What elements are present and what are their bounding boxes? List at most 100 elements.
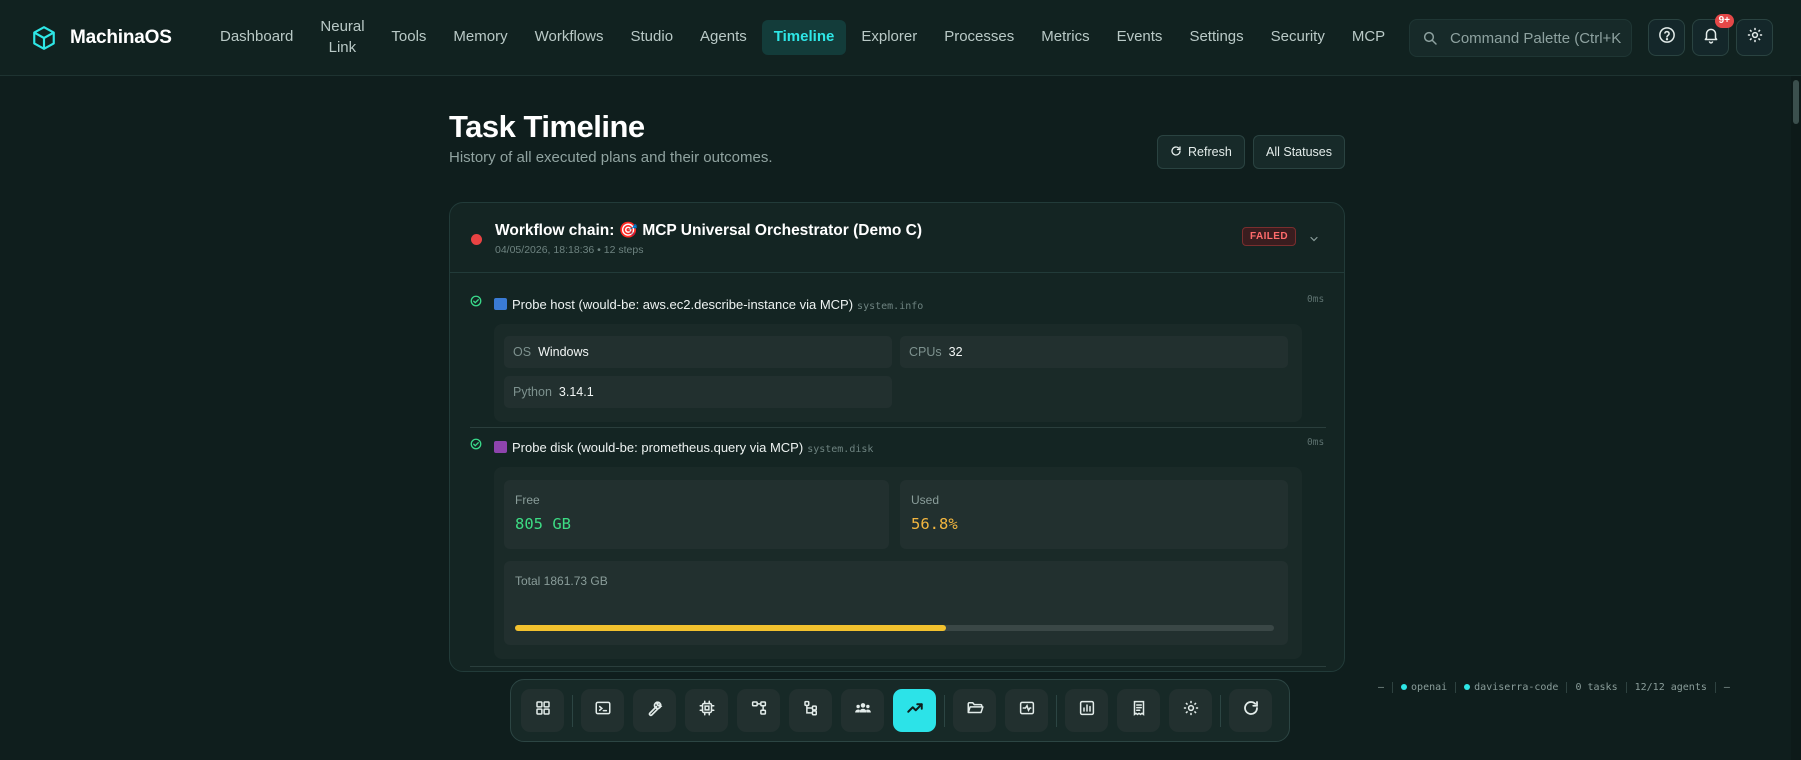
status-user: daviserra-code <box>1455 681 1566 693</box>
search-icon <box>1422 30 1438 46</box>
dock-tools-button[interactable] <box>633 689 676 732</box>
kv-key: Python <box>513 385 552 399</box>
check-circle-icon <box>470 294 482 312</box>
brand[interactable]: MachinaOS <box>30 24 208 52</box>
dock-separator <box>572 694 573 727</box>
step-label: Probe disk (would-be: prometheus.query v… <box>512 440 804 455</box>
check-circle-icon <box>470 437 482 455</box>
status-tasks: 0 tasks <box>1566 681 1625 693</box>
disk-usage-bar-track <box>515 625 1274 631</box>
dock-settings-button[interactable] <box>1169 689 1212 732</box>
dock-terminal-button[interactable] <box>581 689 624 732</box>
scrollbar-thumb[interactable] <box>1793 80 1799 124</box>
grid-icon <box>534 699 552 722</box>
top-navbar: MachinaOS Dashboard Neural Link Tools Me… <box>0 0 1801 76</box>
nav-dashboard[interactable]: Dashboard <box>208 20 305 54</box>
dock-agents-button[interactable] <box>841 689 884 732</box>
wrench-icon <box>646 699 664 722</box>
dock-separator <box>944 694 945 727</box>
dock-metrics-button[interactable] <box>1065 689 1108 732</box>
refresh-button[interactable]: Refresh <box>1157 135 1245 169</box>
kv-key: OS <box>513 345 532 359</box>
tree-icon <box>802 699 820 722</box>
status-filter-label: All Statuses <box>1266 145 1333 159</box>
nav-explorer[interactable]: Explorer <box>849 20 929 54</box>
nav-workflows[interactable]: Workflows <box>523 20 616 54</box>
chip-icon <box>698 699 716 722</box>
stat-value: 56.8% <box>911 515 958 533</box>
reload-icon <box>1242 699 1260 722</box>
processes-icon <box>1018 699 1036 722</box>
users-icon <box>853 699 873 722</box>
dock-timeline-button[interactable] <box>893 689 936 732</box>
dock-processes-button[interactable] <box>1005 689 1048 732</box>
nav-mcp[interactable]: MCP <box>1340 20 1397 54</box>
step-output-panel: OS Windows CPUs 32 Python 3.14.1 <box>494 324 1302 422</box>
nav-settings[interactable]: Settings <box>1177 20 1255 54</box>
kv-python: Python 3.14.1 <box>504 376 892 408</box>
stat-value: 805 GB <box>515 515 571 533</box>
online-dot <box>1401 683 1408 690</box>
nav-tools[interactable]: Tools <box>379 20 438 54</box>
step-output-panel: Free 805 GB Used 56.8% Total 1861.73 GB <box>494 467 1302 659</box>
trending-up-icon <box>905 699 925 722</box>
nav-timeline[interactable]: Timeline <box>761 20 847 55</box>
status-provider: openai <box>1392 681 1455 693</box>
gear-icon <box>1746 26 1764 49</box>
kv-cpus: CPUs 32 <box>900 336 1288 368</box>
task-card-header[interactable]: Workflow chain: 🎯 MCP Universal Orchestr… <box>450 203 1344 273</box>
stat-label: Used <box>911 493 940 507</box>
status-dash: — <box>1378 681 1385 693</box>
bottom-dock <box>510 679 1290 742</box>
nav-processes[interactable]: Processes <box>932 20 1026 54</box>
step-code: system.disk <box>807 444 874 455</box>
status-bar: — openai daviserra-code 0 tasks 12/12 ag… <box>1370 680 1738 694</box>
nav-security[interactable]: Security <box>1259 20 1337 54</box>
dock-studio-button[interactable] <box>789 689 832 732</box>
search-placeholder: Command Palette (Ctrl+K <box>1450 29 1622 47</box>
task-card: Workflow chain: 🎯 MCP Universal Orchestr… <box>449 202 1345 672</box>
online-dot <box>1464 683 1471 690</box>
dock-reload-button[interactable] <box>1229 689 1272 732</box>
step-title[interactable]: Probe host (would-be: aws.ec2.describe-i… <box>494 297 923 312</box>
nav-metrics[interactable]: Metrics <box>1029 20 1101 54</box>
dock-explorer-button[interactable] <box>953 689 996 732</box>
status-dot <box>471 234 482 245</box>
refresh-icon <box>1170 145 1182 160</box>
receipt-icon <box>1130 699 1148 722</box>
help-button[interactable] <box>1648 19 1685 56</box>
help-icon <box>1658 26 1676 49</box>
step-code: system.info <box>857 301 924 312</box>
user-label: daviserra-code <box>1474 681 1559 693</box>
notifications-button[interactable]: 9+ <box>1692 14 1734 56</box>
status-dash: — <box>1714 681 1738 693</box>
brand-name: MachinaOS <box>70 26 172 48</box>
nav-studio[interactable]: Studio <box>619 20 686 54</box>
nav-agents[interactable]: Agents <box>688 20 759 54</box>
dock-events-button[interactable] <box>1117 689 1160 732</box>
settings-button[interactable] <box>1736 19 1773 56</box>
dock-workflows-button[interactable] <box>737 689 780 732</box>
dock-dashboard-button[interactable] <box>521 689 564 732</box>
bell-icon <box>1702 26 1720 49</box>
kv-key: CPUs <box>909 345 942 359</box>
folder-icon <box>966 699 984 722</box>
step-title[interactable]: Probe disk (would-be: prometheus.query v… <box>494 440 873 455</box>
kv-value: Windows <box>538 345 589 359</box>
chevron-down-icon[interactable] <box>1308 232 1320 250</box>
nav-events[interactable]: Events <box>1105 20 1175 54</box>
scrollbar-track[interactable] <box>1791 76 1801 760</box>
step-label: Probe host (would-be: aws.ec2.describe-i… <box>512 297 854 312</box>
main-nav: Dashboard Neural Link Tools Memory Workf… <box>208 0 1400 76</box>
task-title: Workflow chain: 🎯 MCP Universal Orchestr… <box>495 222 922 239</box>
command-palette-search[interactable]: Command Palette (Ctrl+K <box>1409 19 1632 57</box>
stat-label: Free <box>515 493 540 507</box>
computer-icon <box>494 298 507 310</box>
nav-neural-link[interactable]: Neural Link <box>308 10 376 65</box>
dock-memory-button[interactable] <box>685 689 728 732</box>
step-divider <box>470 666 1326 667</box>
gear-icon <box>1182 699 1200 722</box>
status-filter-button[interactable]: All Statuses <box>1253 135 1346 169</box>
cube-logo-icon <box>30 24 58 52</box>
nav-memory[interactable]: Memory <box>441 20 519 54</box>
